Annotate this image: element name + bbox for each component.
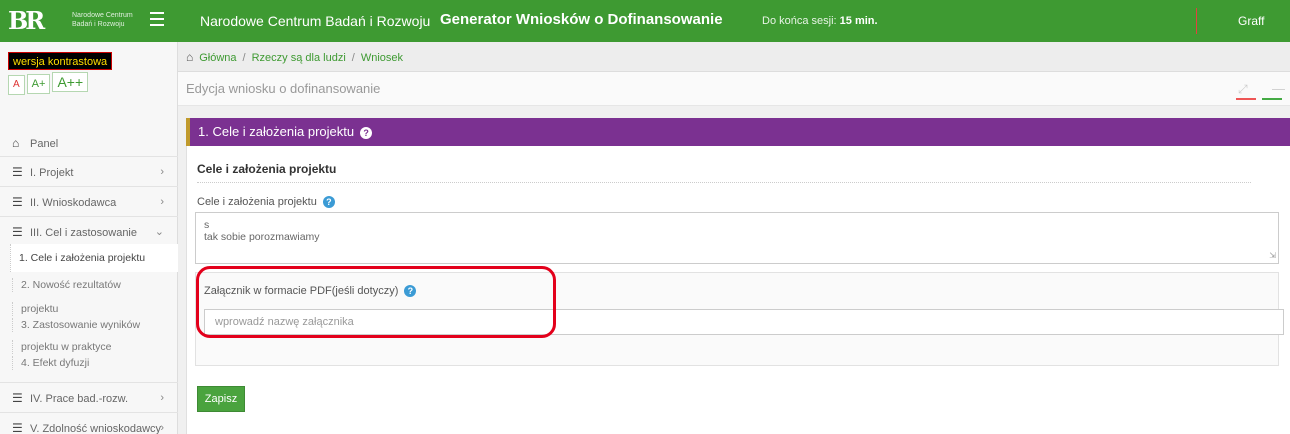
- user-menu[interactable]: Graff: [1238, 14, 1264, 28]
- section-divider: [197, 182, 1251, 183]
- section-panel-header: 1. Cele i założenia projektu?: [186, 118, 1290, 146]
- field-label-text: Cele i założenia projektu: [197, 196, 317, 208]
- sidebar-item-label: V. Zdolność wnioskodawcy: [30, 423, 162, 434]
- sidebar-subitem-zastosowanie[interactable]: 3. Zastosowanie wyników: [12, 318, 172, 332]
- page-title: Edycja wniosku o dofinansowanie: [186, 81, 381, 96]
- sidebar-item-label: I. Projekt: [30, 167, 74, 179]
- list-icon: ☰: [12, 165, 23, 179]
- page-heading: Edycja wniosku o dofinansowanie ⤢ —: [178, 72, 1290, 106]
- info-icon[interactable]: ?: [404, 285, 417, 297]
- red-accent-bar: [1236, 98, 1256, 100]
- font-size-controls: A A+ A++: [8, 72, 90, 95]
- sidebar-item-wnioskodawca[interactable]: ☰ II. Wnioskodawca ›: [0, 186, 178, 216]
- panel-tools: ⤢ —: [1230, 72, 1290, 106]
- sidebar-item-label: III. Cel i zastosowanie: [30, 227, 137, 239]
- ncbr-logo[interactable]: BR Narodowe Centrum Badań i Rozwoju: [8, 6, 168, 36]
- home-icon[interactable]: ⌂: [186, 50, 193, 64]
- section-title: Cele i założenia projektu: [197, 162, 337, 176]
- font-size-large-button[interactable]: A+: [26, 74, 51, 94]
- logo-mark: BR: [8, 6, 45, 35]
- session-value: 15 min.: [839, 15, 878, 27]
- sidebar: wersja kontrastowa A A+ A++ ⌂ Panel ☰ I. Pro…: [0, 42, 178, 434]
- expand-icon[interactable]: ⤢: [1238, 72, 1248, 106]
- sidebar-item-prace-bad-rozw[interactable]: ☰ IV. Prace bad.-rozw. ›: [0, 382, 178, 412]
- sidebar-item-label: IV. Prace bad.-rozw.: [30, 393, 129, 405]
- list-icon: ☰: [12, 225, 23, 239]
- chevron-right-icon: ›: [160, 422, 164, 434]
- field-label-cele: Cele i założenia projektu?: [197, 196, 335, 208]
- session-label: Do końca sesji:: [762, 15, 837, 27]
- field-label-attachment: Załącznik w formacie PDF(jeśli dotyczy)?: [204, 285, 417, 297]
- breadcrumb-home[interactable]: Główna: [199, 52, 236, 64]
- breadcrumb-separator: /: [242, 52, 246, 64]
- textarea-line-1: s: [204, 219, 210, 231]
- sidebar-subitem-nowosc-cont[interactable]: projektu: [12, 302, 172, 316]
- chevron-down-icon: ⌄: [154, 226, 164, 238]
- save-button[interactable]: Zapisz: [197, 386, 245, 412]
- sidebar-subitem-nowosc[interactable]: 2. Nowość rezultatów: [12, 278, 172, 292]
- font-size-xlarge-button[interactable]: A++: [52, 72, 89, 92]
- app-org-name: Narodowe Centrum Badań i Rozwoju: [200, 13, 431, 29]
- sidebar-subitem-efekt-dyfuzji[interactable]: 4. Efekt dyfuzji: [12, 356, 172, 370]
- app-title: Generator Wniosków o Dofinansowanie: [440, 11, 723, 28]
- hamburger-icon[interactable]: [150, 12, 164, 26]
- chevron-right-icon: ›: [160, 392, 164, 404]
- help-icon[interactable]: ?: [360, 127, 373, 139]
- sidebar-subitem-zastosowanie-cont[interactable]: projektu w praktyce: [12, 340, 172, 354]
- sidebar-item-projekt[interactable]: ☰ I. Projekt ›: [0, 156, 178, 186]
- home-icon: ⌂: [12, 136, 20, 150]
- collapse-icon[interactable]: —: [1272, 72, 1285, 106]
- breadcrumb-separator: /: [351, 52, 355, 64]
- info-icon[interactable]: ?: [322, 196, 335, 208]
- attachment-name-input[interactable]: wprowadź nazwę załącznika: [204, 309, 1284, 335]
- logo-text: Narodowe Centrum Badań i Rozwoju: [72, 12, 133, 28]
- sidebar-item-cel-zastosowanie[interactable]: ☰ III. Cel i zastosowanie ⌄: [0, 216, 178, 246]
- chevron-right-icon: ›: [160, 196, 164, 208]
- textarea-line-2: tak sobie porozmawiamy: [204, 231, 320, 243]
- chevron-right-icon: ›: [160, 166, 164, 178]
- list-icon: ☰: [12, 391, 23, 405]
- sidebar-item-zdolnosc[interactable]: ☰ V. Zdolność wnioskodawcy ›: [0, 412, 178, 434]
- top-bar: BR Narodowe Centrum Badań i Rozwoju Naro…: [0, 0, 1290, 42]
- section-panel-body: Cele i założenia projektu Cele i założen…: [186, 146, 1290, 434]
- breadcrumb: ⌂ Główna / Rzeczy są dla ludzi / Wniosek: [178, 42, 1290, 72]
- field-label-text: Załącznik w formacie PDF(jeśli dotyczy): [204, 285, 399, 297]
- section-panel-title: 1. Cele i założenia projektu: [198, 124, 355, 139]
- green-accent-bar: [1262, 98, 1282, 100]
- attachment-box: Załącznik w formacie PDF(jeśli dotyczy)?…: [195, 272, 1284, 366]
- session-timer: Do końca sesji: 15 min.: [762, 15, 878, 27]
- font-size-normal-button[interactable]: A: [8, 75, 25, 95]
- contrast-toggle-button[interactable]: wersja kontrastowa: [8, 52, 112, 70]
- cele-textarea[interactable]: s tak sobie porozmawiamy ⇲: [195, 212, 1279, 264]
- sidebar-item-label: Panel: [30, 138, 59, 150]
- sidebar-subitem-cele[interactable]: 1. Cele i założenia projektu: [10, 244, 178, 272]
- top-separator: [1196, 8, 1197, 34]
- sidebar-item-panel[interactable]: ⌂ Panel: [0, 128, 178, 158]
- list-icon: ☰: [12, 195, 23, 209]
- breadcrumb-current[interactable]: Wniosek: [361, 52, 403, 64]
- breadcrumb-project[interactable]: Rzeczy są dla ludzi: [252, 52, 346, 64]
- resize-handle-icon[interactable]: ⇲: [1269, 250, 1276, 262]
- sidebar-item-label: II. Wnioskodawca: [30, 197, 117, 209]
- list-icon: ☰: [12, 421, 23, 434]
